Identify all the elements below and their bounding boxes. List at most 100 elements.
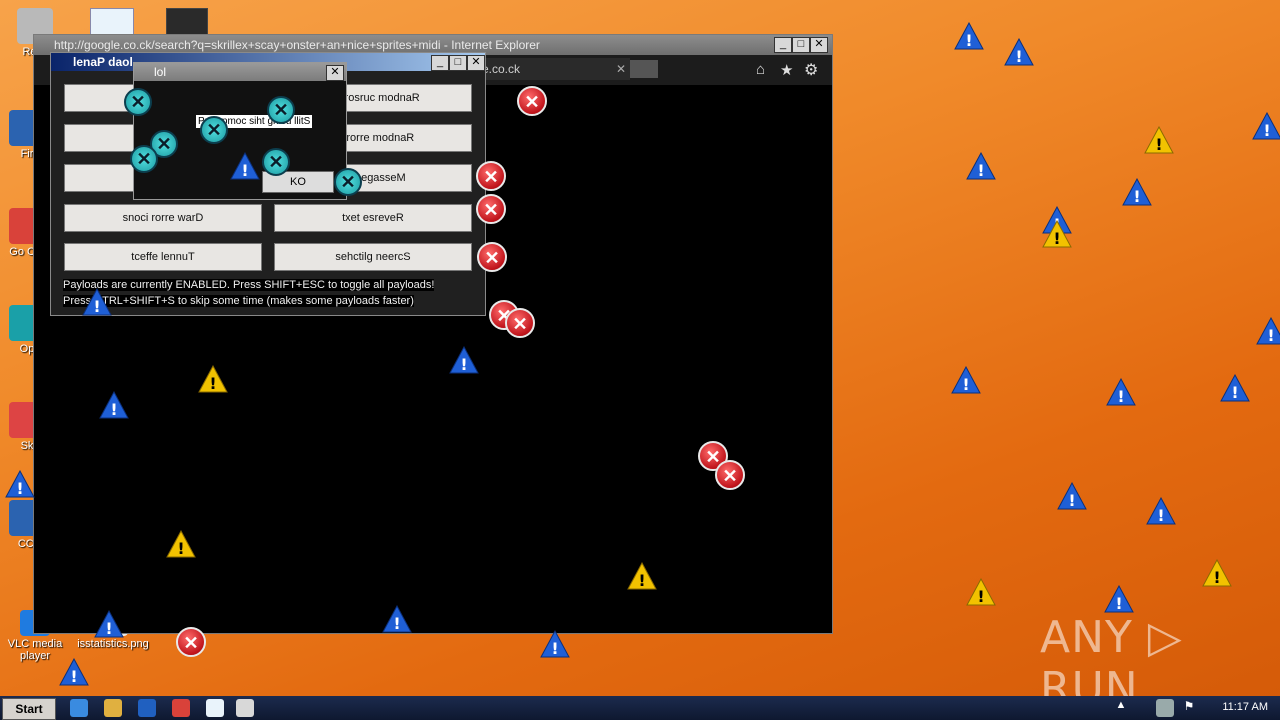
warning-triangle-icon: !: [82, 288, 112, 316]
error-icon: ✕: [476, 161, 506, 191]
desktop-icon-label: Fir: [20, 148, 34, 160]
warning-triangle-icon: !: [1252, 112, 1280, 140]
error-x-icon: ✕: [130, 145, 158, 173]
ie-taskbar-icon[interactable]: [70, 699, 88, 717]
warning-triangle-icon: !: [382, 605, 412, 633]
svg-text:!: !: [1263, 121, 1270, 140]
tray-network-icon[interactable]: [1156, 699, 1174, 717]
payload-button[interactable]: sehctilg neercS: [274, 243, 472, 271]
payload-skip-hint: Press CTRL+SHIFT+S to skip some time (ma…: [63, 295, 414, 307]
desktop-icon-label: Sk: [20, 440, 34, 452]
error-icon: ✕: [176, 627, 206, 657]
warning-triangle-icon: !: [1057, 482, 1087, 510]
dialog-close-button[interactable]: ✕: [326, 65, 344, 81]
warning-triangle-icon: !: [449, 346, 479, 374]
ie-tab[interactable]: e.co.ck ✕: [474, 58, 630, 80]
panel-close-button[interactable]: ✕: [467, 55, 485, 71]
warning-yellow-icon: !: [1144, 126, 1174, 154]
tray-flag-icon[interactable]: ⚑: [1180, 699, 1198, 717]
ie-maximize-button[interactable]: □: [792, 37, 810, 53]
svg-text:!: !: [393, 614, 400, 633]
svg-text:!: !: [965, 31, 972, 50]
warning-yellow-icon: !: [1042, 220, 1072, 248]
svg-text:!: !: [1157, 506, 1164, 525]
svg-text:!: !: [16, 479, 23, 498]
desktop-icon-label: VLC media player: [7, 638, 63, 662]
warning-triangle-icon: !: [1122, 178, 1152, 206]
svg-text:!: !: [1115, 594, 1122, 613]
svg-text:!: !: [241, 161, 248, 180]
svg-text:!: !: [551, 639, 558, 658]
home-icon[interactable]: ⌂: [756, 61, 765, 78]
favorites-star-icon[interactable]: ★: [780, 61, 793, 79]
error-x-icon: ✕: [334, 168, 362, 196]
svg-text:!: !: [1117, 387, 1124, 406]
svg-text:!: !: [1015, 47, 1022, 66]
payload-button[interactable]: txet esreveR: [274, 204, 472, 232]
media-player-taskbar-icon[interactable]: [138, 699, 156, 717]
svg-text:!: !: [1267, 326, 1274, 345]
warning-yellow-icon: !: [1202, 559, 1232, 587]
svg-text:!: !: [93, 297, 100, 316]
warning-triangle-icon: !: [99, 391, 129, 419]
warning-yellow-icon: !: [627, 562, 657, 590]
warning-triangle-icon: !: [1146, 497, 1176, 525]
svg-text:!: !: [110, 400, 117, 419]
warning-triangle-icon: !: [966, 152, 996, 180]
svg-text:!: !: [209, 374, 216, 393]
app-taskbar-icon[interactable]: [206, 699, 224, 717]
warning-triangle-icon: !: [59, 658, 89, 686]
tab-close-icon[interactable]: ✕: [616, 58, 626, 80]
payload-status-text: Payloads are currently ENABLED. Press SH…: [63, 279, 435, 291]
start-label: Start: [15, 702, 43, 716]
settings-gear-icon[interactable]: ⚙: [804, 60, 818, 80]
payload-button[interactable]: snoci rorre warD: [64, 204, 262, 232]
error-icon: ✕: [477, 242, 507, 272]
svg-text:!: !: [460, 355, 467, 374]
tray-up-arrow-icon[interactable]: ▲: [1112, 699, 1130, 717]
svg-text:!: !: [70, 667, 77, 686]
payload-button[interactable]: tceffe lennuT: [64, 243, 262, 271]
ie-minimize-button[interactable]: _: [774, 37, 792, 53]
taskbar: Start ▲ ⚑ 11:17 AM: [0, 696, 1280, 720]
warning-triangle-icon: !: [230, 152, 260, 180]
new-tab-button[interactable]: [630, 60, 658, 78]
svg-text:!: !: [977, 587, 984, 606]
error-x-icon: ✕: [124, 88, 152, 116]
error-icon: ✕: [476, 194, 506, 224]
folder-taskbar-icon[interactable]: [104, 699, 122, 717]
panel-minimize-button[interactable]: _: [431, 55, 449, 71]
svg-text:!: !: [1053, 229, 1060, 248]
warning-triangle-icon: !: [951, 366, 981, 394]
ie-close-button[interactable]: ✕: [810, 37, 828, 53]
ie-tab-label: e.co.ck: [482, 62, 521, 76]
svg-text:!: !: [1133, 187, 1140, 206]
error-icon: ✕: [505, 308, 535, 338]
warning-triangle-icon: !: [1106, 378, 1136, 406]
warning-triangle-icon: !: [1104, 585, 1134, 613]
warning-yellow-icon: !: [166, 530, 196, 558]
dialog-title-bar[interactable]: lol: [134, 63, 346, 81]
svg-text:!: !: [1155, 135, 1162, 154]
warning-triangle-icon: !: [5, 470, 35, 498]
svg-text:!: !: [105, 619, 112, 638]
warning-triangle-icon: !: [1256, 317, 1280, 345]
error-x-icon: ✕: [267, 96, 295, 124]
warning-triangle-icon: !: [540, 630, 570, 658]
warning-yellow-icon: !: [966, 578, 996, 606]
error-x-icon: ✕: [262, 148, 290, 176]
error-x-icon: ✕: [200, 116, 228, 144]
error-icon: ✕: [715, 460, 745, 490]
warning-triangle-icon: !: [954, 22, 984, 50]
warning-triangle-icon: !: [1220, 374, 1250, 402]
chrome-taskbar-icon[interactable]: [172, 699, 190, 717]
svg-text:!: !: [1213, 568, 1220, 587]
ie-title-text: http://google.co.ck/search?q=skrillex+sc…: [54, 38, 540, 52]
warning-yellow-icon: !: [198, 365, 228, 393]
active-window-taskbar-icon[interactable]: [236, 699, 254, 717]
svg-text:!: !: [962, 375, 969, 394]
desktop-icon-label: isstatistics.png: [77, 638, 149, 650]
start-button[interactable]: Start: [2, 698, 56, 720]
dialog-title: lol: [154, 65, 167, 79]
panel-maximize-button[interactable]: □: [449, 55, 467, 71]
